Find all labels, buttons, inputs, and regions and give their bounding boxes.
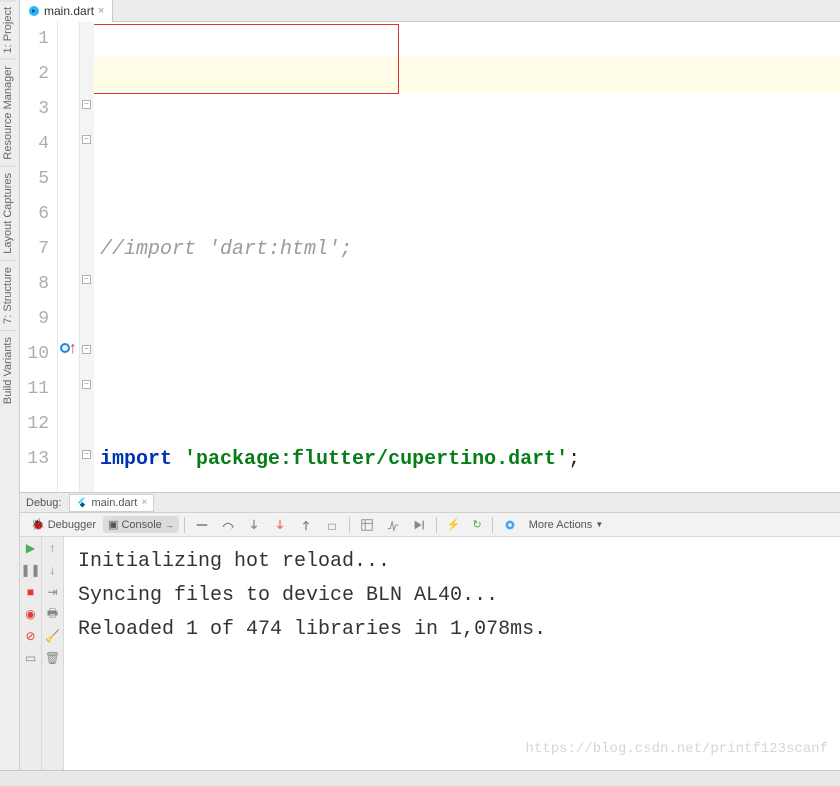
clear-icon[interactable]: 🧹 bbox=[46, 629, 60, 643]
arrow-right-icon: → bbox=[165, 520, 174, 530]
rail-tab-layout-captures[interactable]: Layout Captures bbox=[0, 166, 16, 260]
code-token: 'package:flutter/cupertino.dart' bbox=[184, 448, 568, 471]
console-output[interactable]: Initializing hot reload... Syncing files… bbox=[64, 537, 840, 770]
print-icon[interactable]: 🖶 bbox=[46, 607, 60, 621]
rail-tab-project[interactable]: 1: Project bbox=[0, 0, 16, 59]
trash-icon[interactable]: 🗑 bbox=[46, 651, 60, 665]
line-number: 11 bbox=[20, 372, 49, 407]
chevron-down-icon: ▼ bbox=[595, 520, 603, 529]
debug-toolbar: 🐞 Debugger ▣ Console → ⚡ ↻ More Actions … bbox=[20, 513, 840, 537]
fold-column: − − − − − − bbox=[80, 22, 94, 492]
line-number: 13 bbox=[20, 442, 49, 477]
left-tool-rail: 1: Project Resource Manager Layout Captu… bbox=[0, 0, 20, 786]
trace-icon[interactable] bbox=[381, 516, 405, 534]
close-icon[interactable]: × bbox=[141, 497, 147, 508]
line-number: 12 bbox=[20, 407, 49, 442]
console-line: Initializing hot reload... bbox=[78, 545, 826, 579]
console-line: Syncing files to device BLN AL40... bbox=[78, 579, 826, 613]
evaluate-icon[interactable] bbox=[355, 516, 379, 534]
step-into-icon[interactable] bbox=[242, 516, 266, 534]
step-over-icon[interactable] bbox=[216, 516, 240, 534]
rail-tab-resource-manager[interactable]: Resource Manager bbox=[0, 59, 16, 166]
debug-left-controls-2: ↑ ↓ ⇥ 🖶 🧹 🗑 bbox=[42, 537, 64, 770]
line-number: 5 bbox=[20, 162, 49, 197]
more-actions-dropdown[interactable]: More Actions ▼ bbox=[524, 517, 609, 533]
flutter-icon bbox=[76, 497, 87, 508]
run-to-line-arrow-icon[interactable]: ↑ bbox=[68, 340, 78, 358]
code-editor[interactable]: 1 2 3 4 5 6 7 8 9 10 11 12 13 ↑ − − − − … bbox=[20, 22, 840, 492]
code-token: import bbox=[100, 448, 172, 471]
rerun-icon[interactable]: ▶ bbox=[24, 541, 38, 555]
fold-toggle-icon[interactable]: − bbox=[82, 275, 91, 284]
status-bar bbox=[0, 770, 840, 786]
bug-icon: 🐞 bbox=[31, 518, 45, 531]
line-number: 6 bbox=[20, 197, 49, 232]
mute-breakpoints-icon[interactable]: ⊘ bbox=[24, 629, 38, 643]
debugger-tab-button[interactable]: 🐞 Debugger bbox=[26, 516, 101, 533]
drop-frame-icon[interactable] bbox=[320, 516, 344, 534]
step-out-icon[interactable] bbox=[294, 516, 318, 534]
code-token: //import 'dart:html'; bbox=[100, 238, 352, 261]
fold-toggle-icon[interactable]: − bbox=[82, 380, 91, 389]
debug-header: Debug: main.dart × bbox=[20, 493, 840, 513]
line-number: 10 bbox=[20, 337, 49, 372]
rail-tab-build-variants[interactable]: Build Variants bbox=[0, 330, 16, 410]
fold-toggle-icon[interactable]: − bbox=[82, 135, 91, 144]
debug-left-controls: ▶ ❚❚ ■ ◉ ⊘ ▭ bbox=[20, 537, 42, 770]
editor-tab-main-dart[interactable]: main.dart × bbox=[20, 0, 113, 22]
close-icon[interactable]: × bbox=[98, 5, 104, 17]
devtools-icon[interactable] bbox=[498, 516, 522, 534]
console-icon: ▣ bbox=[108, 518, 118, 531]
gutter-marks: ↑ bbox=[58, 22, 80, 492]
step-toolbar-icon[interactable] bbox=[190, 516, 214, 534]
editor-tab-label: main.dart bbox=[44, 4, 94, 18]
debug-tab-label: main.dart bbox=[91, 497, 137, 509]
down-icon[interactable]: ↓ bbox=[46, 563, 60, 577]
console-tab-button[interactable]: ▣ Console → bbox=[103, 516, 179, 533]
line-number: 4 bbox=[20, 127, 49, 162]
watermark-text: https://blog.csdn.net/printf123scanf bbox=[526, 732, 828, 766]
run-to-cursor-icon[interactable] bbox=[407, 516, 431, 534]
hot-reload-icon[interactable]: ⚡ bbox=[442, 516, 466, 533]
pause-icon[interactable]: ❚❚ bbox=[24, 563, 38, 577]
code-area[interactable]: ↖ //import 'dart:html'; import 'package:… bbox=[94, 22, 840, 492]
code-token: ; bbox=[568, 448, 580, 471]
line-number-gutter: 1 2 3 4 5 6 7 8 9 10 11 12 13 bbox=[20, 22, 58, 492]
up-icon[interactable]: ↑ bbox=[46, 541, 60, 555]
line-number: 1 bbox=[20, 22, 49, 57]
console-line: Reloaded 1 of 474 libraries in 1,078ms. bbox=[78, 613, 826, 647]
dart-file-icon bbox=[28, 5, 40, 17]
editor-tabbar: main.dart × bbox=[20, 0, 840, 22]
step-into-force-icon[interactable] bbox=[268, 516, 292, 534]
debug-body: ▶ ❚❚ ■ ◉ ⊘ ▭ ↑ ↓ ⇥ 🖶 🧹 🗑 Initializing ho… bbox=[20, 537, 840, 770]
stop-icon[interactable]: ■ bbox=[24, 585, 38, 599]
debug-panel: Debug: main.dart × 🐞 Debugger ▣ Console … bbox=[20, 492, 840, 770]
fold-toggle-icon[interactable]: − bbox=[82, 100, 91, 109]
soft-wrap-icon[interactable]: ⇥ bbox=[46, 585, 60, 599]
view-breakpoints-icon[interactable]: ◉ bbox=[24, 607, 38, 621]
line-number: 9 bbox=[20, 302, 49, 337]
layout-icon[interactable]: ▭ bbox=[24, 651, 38, 665]
fold-toggle-icon[interactable]: − bbox=[82, 345, 91, 354]
hot-restart-icon[interactable]: ↻ bbox=[468, 516, 487, 533]
debug-run-config-tab[interactable]: main.dart × bbox=[69, 494, 154, 512]
line-number: 2 bbox=[20, 57, 49, 92]
rail-tab-structure[interactable]: 7: Structure bbox=[0, 260, 16, 330]
fold-toggle-icon[interactable]: − bbox=[82, 450, 91, 459]
debug-label: Debug: bbox=[26, 497, 61, 509]
line-number: 7 bbox=[20, 232, 49, 267]
line-number: 8 bbox=[20, 267, 49, 302]
line-number: 3 bbox=[20, 92, 49, 127]
